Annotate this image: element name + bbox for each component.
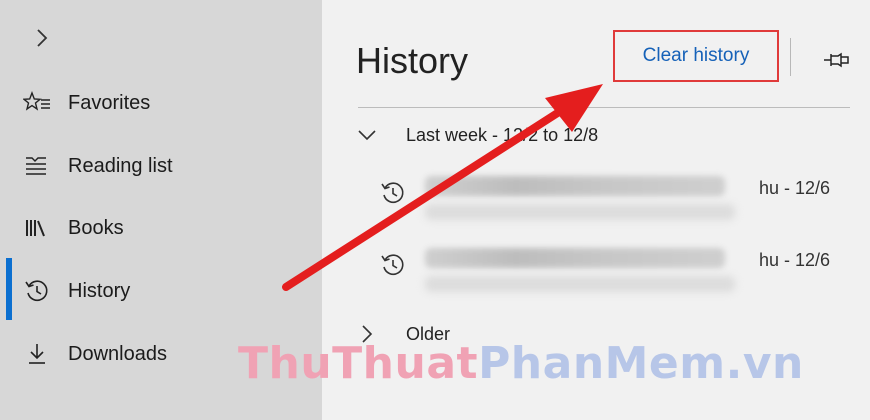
sidebar-item-label: Favorites xyxy=(68,91,151,114)
blurred-url xyxy=(425,204,735,220)
watermark-logo: ThuThuatPhanMem.vn xyxy=(238,338,804,389)
reading-list-icon xyxy=(22,151,52,181)
history-icon xyxy=(380,252,408,280)
blurred-url xyxy=(425,276,735,292)
sidebar-item-books[interactable]: Books xyxy=(0,203,322,253)
chevron-down-icon xyxy=(356,124,378,146)
expand-chevron-icon[interactable] xyxy=(28,24,56,52)
history-entry[interactable]: hu - 12/6 xyxy=(380,244,850,302)
sidebar-item-history[interactable]: History xyxy=(0,266,322,316)
divider xyxy=(790,38,791,76)
pin-icon[interactable] xyxy=(822,46,850,74)
header-divider xyxy=(358,107,850,108)
blurred-title xyxy=(425,248,725,268)
history-entry[interactable]: hu - 12/6 xyxy=(380,172,850,230)
favorites-star-icon xyxy=(22,88,52,118)
downloads-icon xyxy=(22,339,52,369)
sidebar-item-label: Downloads xyxy=(68,342,167,365)
sidebar-item-label: Books xyxy=(68,216,124,239)
entry-date: hu - 12/6 xyxy=(758,250,830,270)
blurred-title xyxy=(425,176,725,196)
history-icon xyxy=(380,180,408,208)
group-label: Last week - 12/2 to 12/8 xyxy=(406,124,599,145)
sidebar-item-label: History xyxy=(68,279,131,302)
page-title: History xyxy=(356,40,469,81)
entry-date: hu - 12/6 xyxy=(758,178,830,198)
sidebar-item-reading-list[interactable]: Reading list xyxy=(0,141,322,191)
group-last-week[interactable]: Last week - 12/2 to 12/8 xyxy=(356,119,598,151)
sidebar-item-label: Reading list xyxy=(68,154,173,177)
history-icon xyxy=(22,276,52,306)
books-icon xyxy=(22,213,52,243)
sidebar-item-favorites[interactable]: Favorites xyxy=(0,78,322,128)
clear-history-button[interactable]: Clear history xyxy=(613,30,779,82)
